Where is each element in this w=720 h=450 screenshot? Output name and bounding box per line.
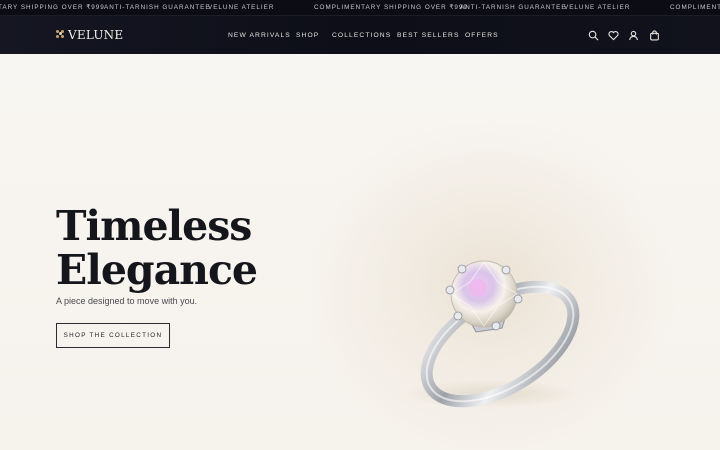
nav-new-arrivals[interactable]: NEW ARRIVALS bbox=[228, 32, 291, 39]
hero-title: Timeless Elegance bbox=[56, 202, 258, 294]
hero-banner: Timeless Elegance A piece designed to mo… bbox=[0, 54, 720, 450]
ring-image bbox=[400, 260, 580, 408]
announcement-bar: TARY SHIPPING OVER ₹999 ANTI-TARNISH GUA… bbox=[0, 0, 720, 16]
announcement-item: COMPLIMENTA bbox=[670, 4, 720, 11]
site-header: VELUNE NEW ARRIVALS SHOP COLLECTIONS BES… bbox=[0, 16, 720, 54]
announcement-item: VELUNE ATELIER bbox=[208, 4, 275, 11]
heart-icon[interactable] bbox=[608, 30, 619, 41]
nav-best-sellers[interactable]: BEST SELLERS bbox=[397, 32, 460, 39]
user-icon[interactable] bbox=[628, 30, 639, 41]
nav-shop[interactable]: SHOP bbox=[296, 32, 319, 39]
hero-title-line: Elegance bbox=[56, 246, 258, 294]
bag-icon[interactable] bbox=[649, 30, 660, 41]
nav-collections[interactable]: COLLECTIONS bbox=[332, 32, 391, 39]
sparkle-icon bbox=[56, 29, 65, 39]
announcement-item: ANTI-TARNISH GUARANTEE bbox=[104, 4, 211, 11]
logo-link[interactable]: VELUNE bbox=[56, 28, 123, 42]
shop-collection-button[interactable]: SHOP THE COLLECTION bbox=[56, 323, 170, 348]
announcement-item: VELUNE ATELIER bbox=[564, 4, 631, 11]
announcement-item: ANTI-TARNISH GUARANTEE bbox=[460, 4, 567, 11]
nav-offers[interactable]: OFFERS bbox=[465, 32, 499, 39]
search-icon[interactable] bbox=[588, 30, 599, 41]
announcement-item: TARY SHIPPING OVER ₹999 bbox=[0, 4, 105, 11]
hero-title-line: Timeless bbox=[56, 202, 252, 250]
hero-subtitle: A piece designed to move with you. bbox=[56, 296, 198, 306]
logo-text: VELUNE bbox=[68, 28, 124, 42]
announcement-item: COMPLIMENTARY SHIPPING OVER ₹999 bbox=[314, 4, 468, 11]
